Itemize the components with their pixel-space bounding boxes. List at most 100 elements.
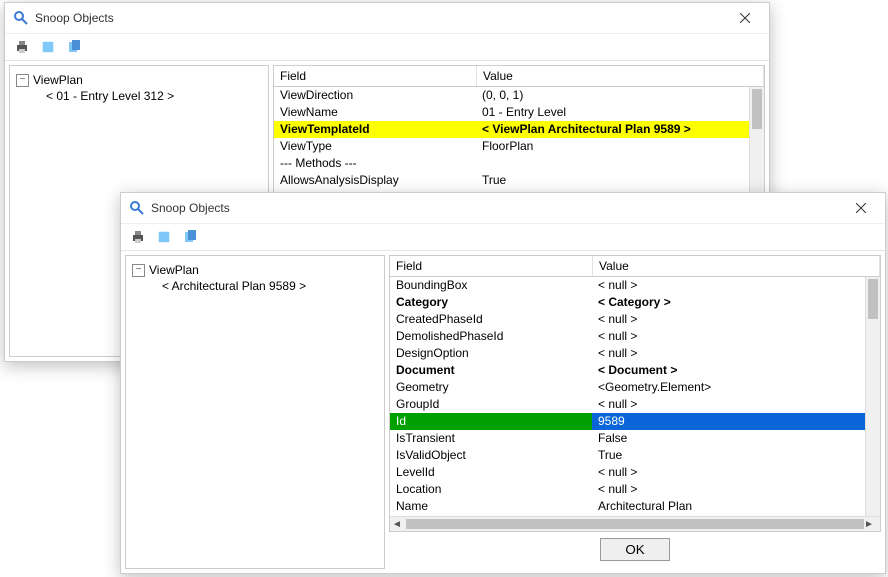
tree-item-label: < 01 - Entry Level 312 > bbox=[46, 89, 174, 103]
cell-value: < null > bbox=[592, 345, 866, 362]
cell-field: ViewDirection bbox=[274, 87, 476, 104]
toolbar bbox=[121, 224, 885, 251]
table-row[interactable]: Geometry<Geometry.Element> bbox=[390, 379, 866, 396]
cell-field: Geometry bbox=[390, 379, 592, 396]
table-row[interactable]: IsValidObjectTrue bbox=[390, 447, 866, 464]
cell-value: True bbox=[476, 172, 750, 189]
window-snoop-2: Snoop Objects − ViewPlan < Architectural… bbox=[120, 192, 886, 574]
titlebar: Snoop Objects bbox=[121, 193, 885, 224]
filter-icon[interactable] bbox=[39, 38, 57, 56]
vertical-scrollbar[interactable] bbox=[865, 277, 880, 516]
cell-value: < null > bbox=[592, 277, 866, 294]
table-row[interactable]: NameArchitectural Plan bbox=[390, 498, 866, 515]
copy-icon[interactable] bbox=[65, 38, 83, 56]
filter-icon[interactable] bbox=[155, 228, 173, 246]
cell-value: < null > bbox=[592, 464, 866, 481]
table-row[interactable]: Category< Category > bbox=[390, 294, 866, 311]
cell-field: --- Methods --- bbox=[274, 155, 476, 172]
cell-value: < null > bbox=[592, 311, 866, 328]
cell-field: DemolishedPhaseId bbox=[390, 328, 592, 345]
cell-field: GroupId bbox=[390, 396, 592, 413]
ok-button[interactable]: OK bbox=[600, 538, 670, 561]
titlebar: Snoop Objects bbox=[5, 3, 769, 34]
copy-icon[interactable] bbox=[181, 228, 199, 246]
print-icon[interactable] bbox=[129, 228, 147, 246]
close-icon[interactable] bbox=[841, 194, 881, 222]
tree-item[interactable]: < 01 - Entry Level 312 > bbox=[14, 88, 264, 104]
tree-collapse-icon[interactable]: − bbox=[132, 264, 145, 277]
cell-field: ViewName bbox=[274, 104, 476, 121]
table-row[interactable]: ViewName01 - Entry Level bbox=[274, 104, 750, 121]
property-grid[interactable]: Field Value BoundingBox< null >Category<… bbox=[389, 255, 881, 532]
close-icon[interactable] bbox=[725, 4, 765, 32]
cell-field: ViewType bbox=[274, 138, 476, 155]
cell-value: (0, 0, 1) bbox=[476, 87, 750, 104]
cell-field: Name bbox=[390, 498, 592, 515]
cell-value: FloorPlan bbox=[476, 138, 750, 155]
header-value[interactable]: Value bbox=[477, 66, 764, 86]
cell-value: 01 - Entry Level bbox=[476, 104, 750, 121]
cell-field: Category bbox=[390, 294, 592, 311]
table-row[interactable]: DemolishedPhaseId< null > bbox=[390, 328, 866, 345]
tree-collapse-icon[interactable]: − bbox=[16, 74, 29, 87]
table-row[interactable]: BoundingBox< null > bbox=[390, 277, 866, 294]
scroll-left-icon[interactable]: ◄ bbox=[390, 517, 404, 531]
cell-value: < Document > bbox=[592, 362, 866, 379]
cell-field: Id bbox=[390, 413, 592, 430]
tree-root-label: ViewPlan bbox=[149, 263, 199, 277]
header-field[interactable]: Field bbox=[274, 66, 477, 86]
print-icon[interactable] bbox=[13, 38, 31, 56]
table-row[interactable]: ViewDirection(0, 0, 1) bbox=[274, 87, 750, 104]
cell-value: 9589 bbox=[592, 413, 866, 430]
cell-value: < ViewPlan Architectural Plan 9589 > bbox=[476, 121, 750, 138]
window-title: Snoop Objects bbox=[151, 201, 841, 215]
cell-value: False bbox=[592, 430, 866, 447]
header-value[interactable]: Value bbox=[593, 256, 880, 276]
grid-header: Field Value bbox=[274, 66, 764, 87]
table-row[interactable]: CreatedPhaseId< null > bbox=[390, 311, 866, 328]
table-row[interactable]: Id9589 bbox=[390, 413, 866, 430]
tree-root[interactable]: − ViewPlan bbox=[130, 262, 380, 278]
cell-value: Architectural Plan bbox=[592, 498, 866, 515]
tree-root[interactable]: − ViewPlan bbox=[14, 72, 264, 88]
table-row[interactable]: --- Methods --- bbox=[274, 155, 750, 172]
table-row[interactable]: GroupId< null > bbox=[390, 396, 866, 413]
tree-root-label: ViewPlan bbox=[33, 73, 83, 87]
tree-item-label: < Architectural Plan 9589 > bbox=[162, 279, 306, 293]
dialog-footer: OK bbox=[389, 532, 881, 569]
cell-value: < null > bbox=[592, 396, 866, 413]
cell-value bbox=[476, 155, 750, 172]
table-row[interactable]: IsTransientFalse bbox=[390, 430, 866, 447]
cell-value: <Geometry.Element> bbox=[592, 379, 866, 396]
toolbar bbox=[5, 34, 769, 61]
cell-value: True bbox=[592, 447, 866, 464]
table-row[interactable]: LevelId< null > bbox=[390, 464, 866, 481]
tree-item[interactable]: < Architectural Plan 9589 > bbox=[130, 278, 380, 294]
cell-field: LevelId bbox=[390, 464, 592, 481]
cell-field: CreatedPhaseId bbox=[390, 311, 592, 328]
cell-field: BoundingBox bbox=[390, 277, 592, 294]
table-row[interactable]: ViewTypeFloorPlan bbox=[274, 138, 750, 155]
cell-field: Location bbox=[390, 481, 592, 498]
header-field[interactable]: Field bbox=[390, 256, 593, 276]
table-row[interactable]: Location< null > bbox=[390, 481, 866, 498]
cell-field: ViewTemplateId bbox=[274, 121, 476, 138]
magnifier-icon bbox=[13, 10, 29, 26]
tree-view[interactable]: − ViewPlan < Architectural Plan 9589 > bbox=[125, 255, 385, 569]
table-row[interactable]: ViewTemplateId< ViewPlan Architectural P… bbox=[274, 121, 750, 138]
cell-field: AllowsAnalysisDisplay bbox=[274, 172, 476, 189]
table-row[interactable]: AllowsAnalysisDisplayTrue bbox=[274, 172, 750, 189]
cell-field: DesignOption bbox=[390, 345, 592, 362]
cell-field: IsTransient bbox=[390, 430, 592, 447]
cell-value: < null > bbox=[592, 328, 866, 345]
grid-header: Field Value bbox=[390, 256, 880, 277]
magnifier-icon bbox=[129, 200, 145, 216]
window-title: Snoop Objects bbox=[35, 11, 725, 25]
cell-value: < null > bbox=[592, 481, 866, 498]
cell-value: < Category > bbox=[592, 294, 866, 311]
cell-field: IsValidObject bbox=[390, 447, 592, 464]
scroll-right-icon[interactable]: ► bbox=[862, 521, 876, 527]
horizontal-scrollbar[interactable]: ◄ ► bbox=[390, 516, 880, 531]
table-row[interactable]: Document< Document > bbox=[390, 362, 866, 379]
table-row[interactable]: DesignOption< null > bbox=[390, 345, 866, 362]
